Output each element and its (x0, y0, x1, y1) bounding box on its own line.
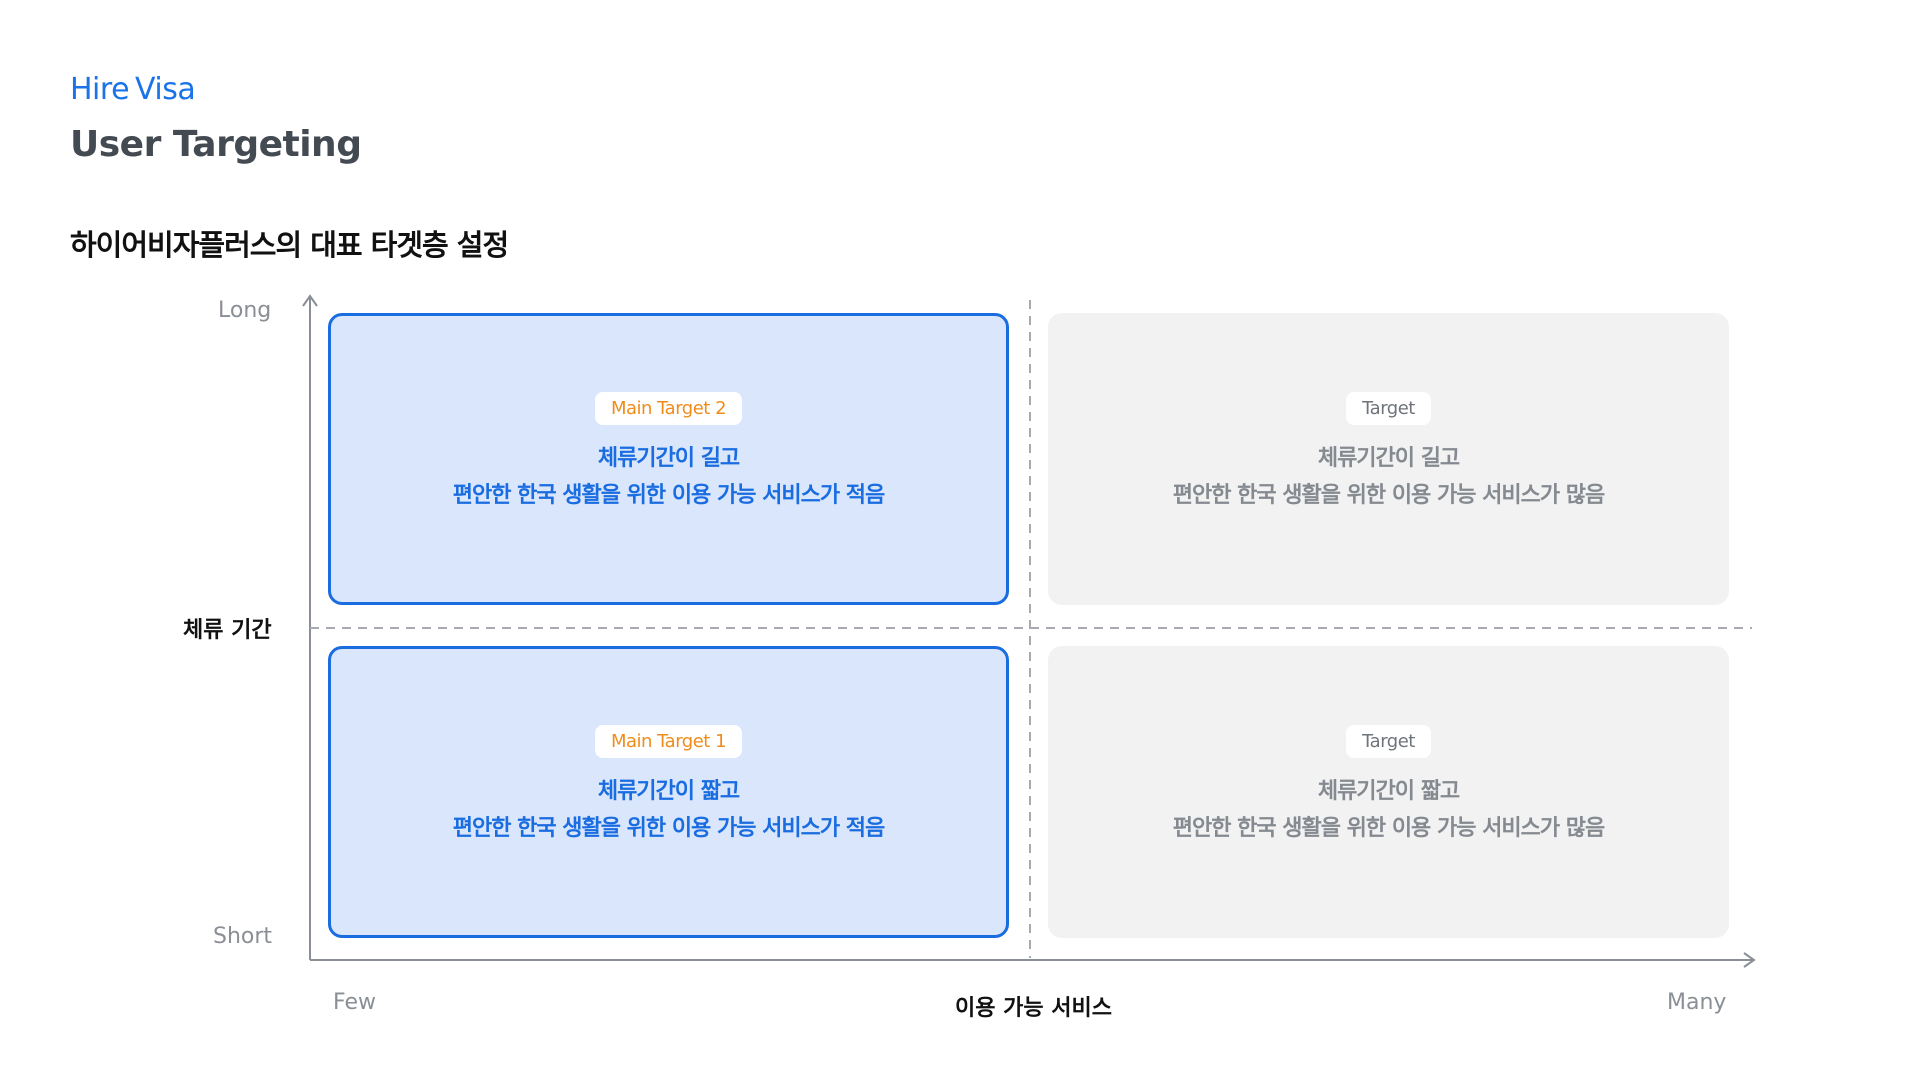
quadrant-target-top-right: Target 체류기간이 길고 편안한 한국 생활을 위한 이용 가능 서비스가… (1048, 313, 1729, 605)
quadrant-line-1: 체류기간이 길고 (597, 446, 740, 471)
quadrant-badge: Main Target 2 (594, 392, 743, 425)
quadrant-line-1: 체류기간이 짧고 (1317, 779, 1460, 804)
quadrant-line-2: 편안한 한국 생활을 위한 이용 가능 서비스가 적음 (452, 816, 885, 841)
quadrant-badge: Target (1346, 725, 1431, 758)
quadrant-target-bottom-right: Target 체류기간이 짧고 편안한 한국 생활을 위한 이용 가능 서비스가… (1048, 646, 1729, 938)
y-axis-low-label: Short (213, 924, 273, 949)
quadrant-main-target-2: Main Target 2 체류기간이 길고 편안한 한국 생활을 위한 이용 … (328, 313, 1009, 605)
x-axis-low-label: Few (333, 990, 376, 1015)
x-axis-high-label: Many (1667, 990, 1727, 1015)
quadrant-badge: Target (1346, 392, 1431, 425)
x-axis-title: 이용 가능 서비스 (955, 996, 1112, 1021)
y-axis-high-label: Long (218, 298, 272, 323)
y-axis-title: 체류 기간 (183, 618, 272, 643)
quadrant-line-2: 편안한 한국 생활을 위한 이용 가능 서비스가 많음 (1172, 816, 1605, 841)
quadrant-line-1: 체류기간이 짧고 (597, 779, 740, 804)
quadrant-main-target-1: Main Target 1 체류기간이 짧고 편안한 한국 생활을 위한 이용 … (328, 646, 1009, 938)
quadrant-line-2: 편안한 한국 생활을 위한 이용 가능 서비스가 많음 (1172, 483, 1605, 508)
quadrant-line-1: 체류기간이 길고 (1317, 446, 1460, 471)
quadrant-badge: Main Target 1 (594, 725, 743, 758)
quadrant-line-2: 편안한 한국 생활을 위한 이용 가능 서비스가 적음 (452, 483, 885, 508)
